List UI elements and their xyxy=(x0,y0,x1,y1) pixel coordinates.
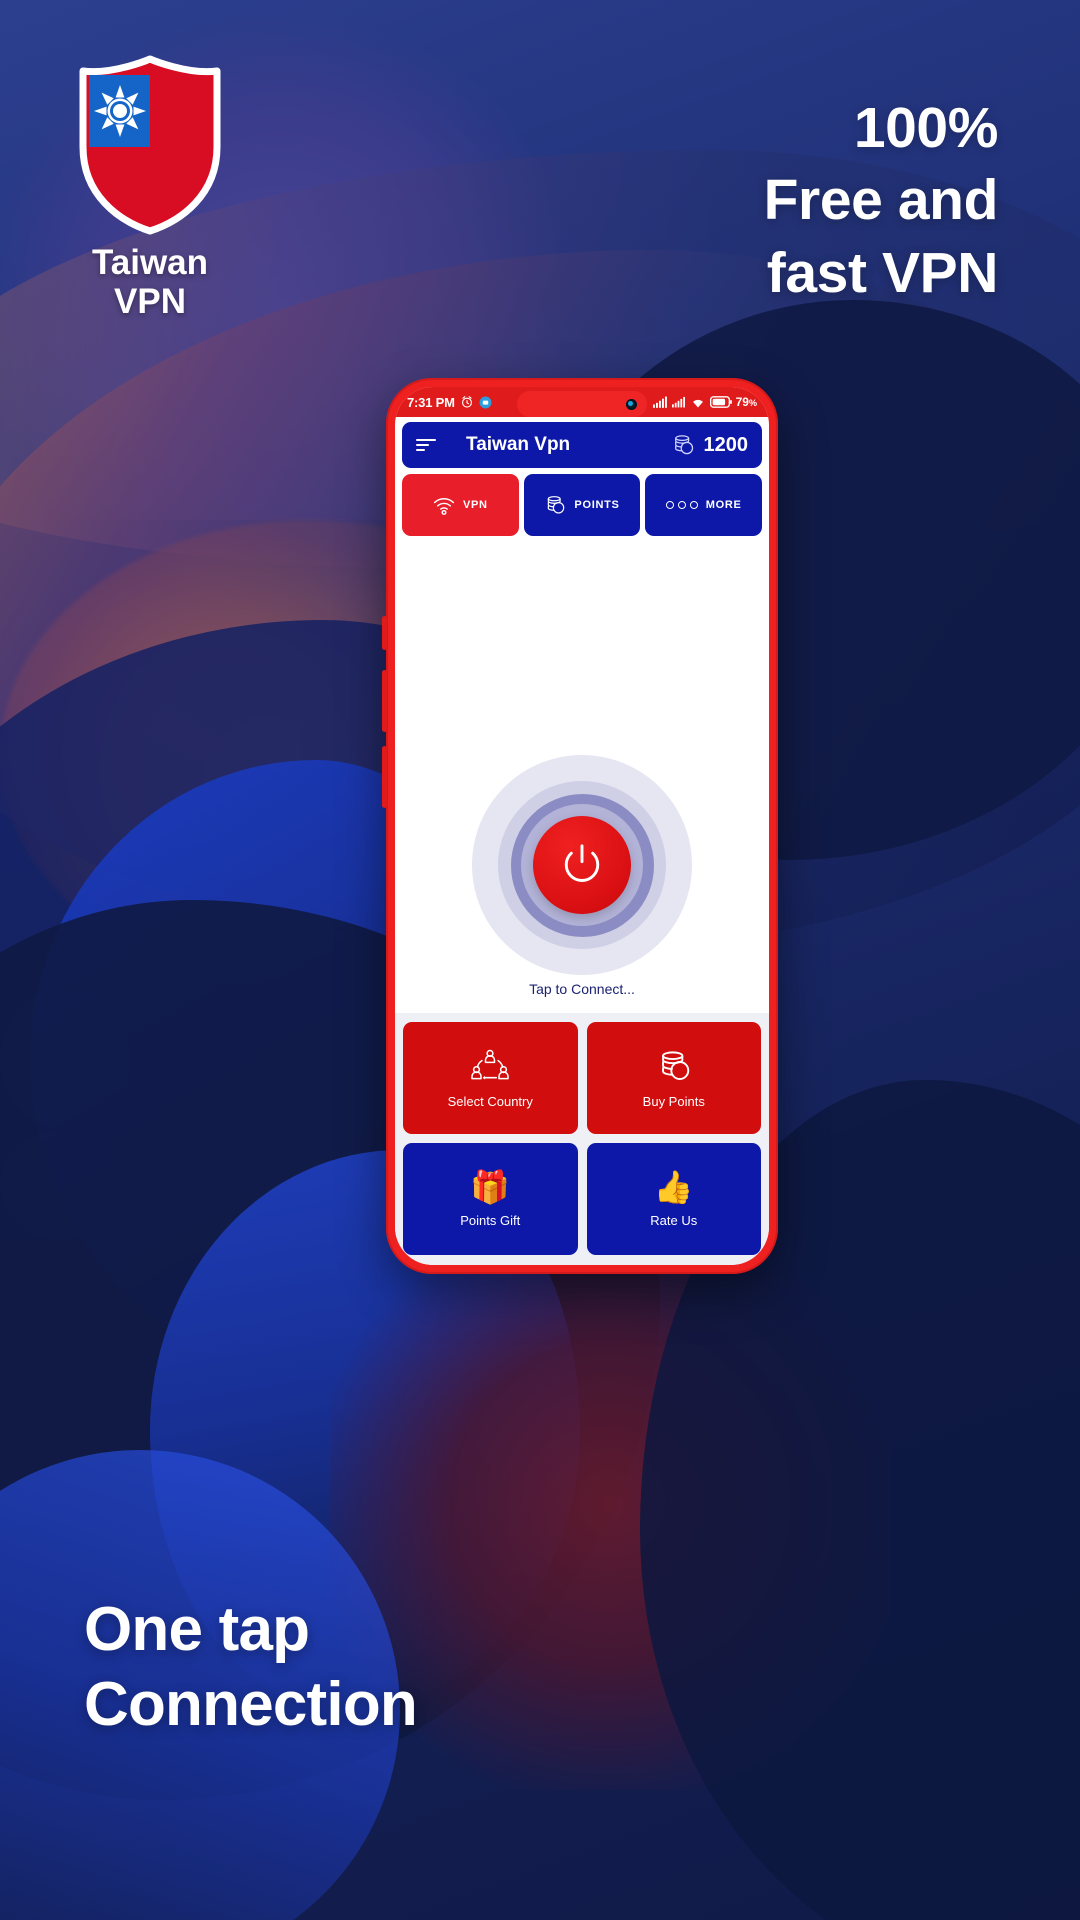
app-logo-label-line1: Taiwan xyxy=(91,243,209,282)
phone-mockup: 7:31 PM 79% Taiwan Vpn 1200 VPN POINTS M… xyxy=(382,378,778,1274)
promo-headline-line2: Free and xyxy=(763,168,999,233)
phone-screen: 7:31 PM 79% Taiwan Vpn 1200 VPN POINTS M… xyxy=(395,387,769,1265)
app-bar: Taiwan Vpn 1200 xyxy=(402,422,762,468)
gift-box-icon: 🎁 xyxy=(470,1168,511,1205)
power-button-ring-2 xyxy=(498,781,666,949)
cellular-signal-icon xyxy=(671,396,685,408)
action-buy-points-label: Buy Points xyxy=(642,1093,705,1109)
power-button-ring-4 xyxy=(521,804,643,926)
battery-icon xyxy=(709,396,732,408)
app-logo-label-line2: VPN xyxy=(114,282,186,322)
wifi-signal-icon xyxy=(433,497,454,515)
action-rate-us[interactable]: 👍 Rate Us xyxy=(586,1143,761,1255)
phone-notch xyxy=(517,391,647,417)
status-bar-right: 79% xyxy=(652,395,757,409)
front-camera-icon xyxy=(626,398,637,410)
taiwan-flag-shield-icon xyxy=(79,55,221,235)
promo-tagline-line1: One tap xyxy=(84,1595,310,1665)
action-select-country-label: Select Country xyxy=(447,1093,533,1109)
promo-tagline-line2: Connection xyxy=(84,1669,418,1739)
promo-headline: 100% Free and fast VPN xyxy=(763,92,999,309)
app-logo-label: Taiwan VPN xyxy=(72,243,228,321)
status-bar-left: 7:31 PM xyxy=(407,395,492,410)
points-value: 1200 xyxy=(703,433,749,456)
promo-tagline: One tap Connection xyxy=(84,1593,418,1742)
coins-stack-icon xyxy=(661,1050,689,1080)
network-people-icon xyxy=(471,1049,510,1080)
vpn-panel: Tap to Connect... xyxy=(395,536,769,1013)
tab-bar: VPN POINTS MORE xyxy=(395,468,769,536)
wifi-icon xyxy=(692,399,703,407)
promo-headline-line1: 100% xyxy=(853,96,999,160)
tab-points-label: POINTS xyxy=(574,499,620,511)
phone-side-button-volume-up xyxy=(382,670,387,732)
action-buy-points[interactable]: Buy Points xyxy=(586,1022,761,1134)
tab-more[interactable]: MORE xyxy=(645,474,763,536)
tab-vpn[interactable]: VPN xyxy=(402,474,519,536)
power-button[interactable] xyxy=(533,816,631,914)
action-rate-us-label: Rate Us xyxy=(650,1212,698,1228)
promo-headline-line3: fast VPN xyxy=(766,240,999,305)
phone-side-button-mute xyxy=(382,616,387,650)
power-button-ring-3 xyxy=(510,793,654,937)
action-grid: Select Country Buy Points 🎁 Points Gift … xyxy=(395,1013,769,1265)
cellular-signal-icon xyxy=(652,396,667,408)
power-button-halo xyxy=(472,755,692,975)
vpn-status-text: Tap to Connect... xyxy=(529,981,635,997)
action-select-country[interactable]: Select Country xyxy=(403,1022,578,1134)
battery-percentage: 79% xyxy=(735,395,757,409)
app-notification-icon xyxy=(479,396,492,408)
action-points-gift-label: Points Gift xyxy=(460,1212,521,1228)
app-logo: Taiwan VPN xyxy=(72,55,228,321)
alarm-clock-icon xyxy=(461,396,472,408)
thumbs-up-icon: 👍 xyxy=(653,1168,694,1205)
power-icon xyxy=(564,844,600,882)
status-bar: 7:31 PM 79% xyxy=(395,387,769,417)
phone-side-button-volume-down xyxy=(382,746,387,808)
action-points-gift[interactable]: 🎁 Points Gift xyxy=(403,1143,578,1255)
coins-stack-icon xyxy=(674,435,693,455)
tab-more-label: MORE xyxy=(705,499,742,511)
coins-stack-icon xyxy=(548,496,565,514)
tab-points[interactable]: POINTS xyxy=(523,474,641,536)
status-bar-time: 7:31 PM xyxy=(407,394,455,410)
app-title: Taiwan Vpn xyxy=(466,434,571,455)
tab-vpn-label: VPN xyxy=(462,499,488,511)
three-dots-icon xyxy=(665,501,698,509)
hamburger-menu-icon[interactable] xyxy=(416,439,436,451)
points-balance[interactable]: 1200 xyxy=(671,433,749,457)
